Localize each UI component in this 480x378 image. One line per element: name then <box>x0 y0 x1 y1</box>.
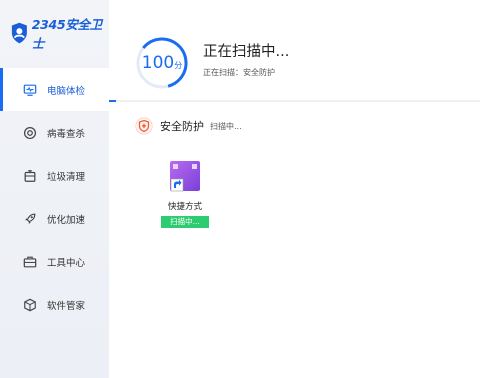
sidebar: 2345安全卫士 电脑体检 病毒查杀 垃圾清理 优化加速 工具中心 软件管家 <box>0 0 109 378</box>
score-unit: 分 <box>174 61 183 70</box>
rocket-icon <box>22 211 38 227</box>
sidebar-item-label: 电脑体检 <box>47 85 86 97</box>
trash-bin-icon <box>22 168 38 184</box>
target-icon <box>22 125 38 141</box>
section-title: 安全防护 <box>160 120 204 133</box>
cube-icon <box>22 297 38 313</box>
scan-item-status-badge: 扫描中... <box>161 216 209 228</box>
section-status: 扫描中... <box>210 121 242 131</box>
scan-progress-fill <box>109 100 117 102</box>
sidebar-item-label: 优化加速 <box>47 214 86 226</box>
scan-item[interactable]: 快捷方式 扫描中... <box>159 160 211 228</box>
shield-plus-icon <box>135 117 153 135</box>
sidebar-item-label: 工具中心 <box>47 257 86 269</box>
sidebar-item-junk-clean[interactable]: 垃圾清理 <box>0 154 109 197</box>
sidebar-item-label: 垃圾清理 <box>47 171 86 183</box>
sidebar-item-optimize[interactable]: 优化加速 <box>0 197 109 240</box>
shield-logo-icon <box>11 22 27 44</box>
scan-item-label: 快捷方式 <box>167 202 202 212</box>
scan-title: 正在扫描中... <box>203 44 290 60</box>
app-logo: 2345安全卫士 <box>10 17 109 51</box>
sidebar-nav: 电脑体检 病毒查杀 垃圾清理 优化加速 工具中心 软件管家 <box>0 68 109 326</box>
shortcut-app-icon <box>170 161 200 192</box>
sidebar-item-tool-center[interactable]: 工具中心 <box>0 240 109 283</box>
sidebar-item-label: 软件管家 <box>47 300 86 312</box>
sidebar-item-virus-scan[interactable]: 病毒查杀 <box>0 111 109 154</box>
app-logo-text: 2345安全卫士 <box>31 17 103 51</box>
scan-subtitle: 正在扫描：安全防护 <box>203 68 275 77</box>
sidebar-item-pc-checkup[interactable]: 电脑体检 <box>0 68 109 111</box>
main-panel: 100 分 正在扫描中... 正在扫描：安全防护 安全防护 扫描中... 快捷方… <box>109 0 480 378</box>
toolbox-icon <box>22 254 38 270</box>
scan-progress-bar <box>109 100 480 102</box>
sidebar-item-label: 病毒查杀 <box>47 128 86 140</box>
score-ring: 100 分 <box>135 36 189 90</box>
sidebar-item-software-manager[interactable]: 软件管家 <box>0 283 109 326</box>
score-value: 100 分 <box>135 36 189 90</box>
monitor-check-icon <box>22 82 38 98</box>
section-header: 安全防护 扫描中... <box>135 117 242 135</box>
score-number: 100 <box>141 53 175 73</box>
